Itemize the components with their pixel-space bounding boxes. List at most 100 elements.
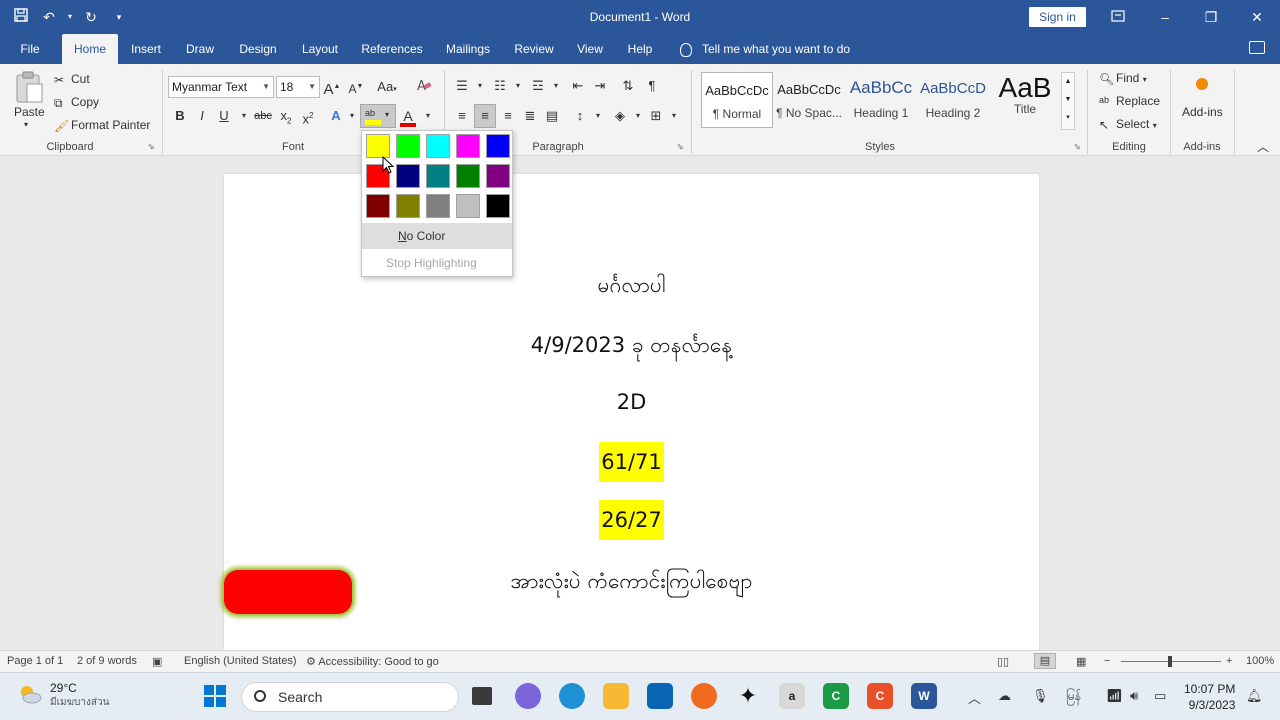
style-normal[interactable]: AaBbCcDc ¶ Normal [701,72,773,128]
format-painter-button[interactable]: 🖌 Format Painter [54,118,150,133]
doc-line-2d[interactable]: 2D [224,390,1039,414]
borders-icon[interactable]: ⊞ [646,106,666,126]
amazon-icon[interactable]: a [779,683,805,709]
doc-line-numbers-2[interactable]: 26/27 [224,500,1039,540]
shading-icon[interactable]: ◈ [610,106,630,126]
tab-help[interactable]: Help [622,34,658,64]
font-size-combo[interactable]: 18 ▼ [276,76,320,98]
bullets-icon[interactable]: ☰ [452,76,472,96]
tab-mailings[interactable]: Mailings [440,34,496,64]
doc-line-numbers-1[interactable]: 61/71 [224,442,1039,482]
microphone-icon[interactable]: 🎙︎ [1032,688,1049,704]
show-formatting-marks-icon[interactable]: ¶ [642,76,662,96]
numbering-icon[interactable]: ☷ [490,76,510,96]
redo-icon[interactable]: ↻ [80,6,102,28]
language-status[interactable]: English (United States) [184,655,297,667]
color-swatch[interactable] [486,194,510,218]
tab-design[interactable]: Design [234,34,282,64]
multilevel-dropdown-icon[interactable]: ▾ [546,76,566,96]
color-swatch[interactable] [396,164,420,188]
tab-file[interactable]: File [12,34,48,64]
highlighted-text[interactable]: 61/71 [599,442,664,482]
font-color-dropdown-icon[interactable]: ▾ [418,106,438,126]
find-button[interactable]: 🔍︎ Find ▾ [1099,71,1147,86]
no-color-option[interactable]: No Color [362,223,512,249]
collapse-ribbon-icon[interactable]: ︿ [1257,138,1269,155]
chevron-up-icon[interactable]: ▲ [1062,73,1074,91]
change-case-button[interactable]: Aa▾ [372,77,402,97]
zoom-level[interactable]: 100% [1246,655,1274,667]
more-styles-icon[interactable]: ▾ [1062,109,1074,127]
clock[interactable]: 10:07 PM 9/3/2023 [1184,681,1235,713]
select-button[interactable]: ↖ Select ▾ [1099,117,1157,132]
clear-formatting-icon[interactable]: A [414,77,434,97]
sort-icon[interactable]: ⇅ [618,76,638,96]
undo-dropdown-icon[interactable]: ▾ [66,6,74,28]
grow-font-button[interactable]: A▲ [322,77,342,98]
chat-icon[interactable] [515,683,541,709]
color-swatch[interactable] [456,134,480,158]
align-center-icon[interactable]: ≡ [474,104,496,128]
borders-dropdown-icon[interactable]: ▾ [664,106,684,126]
strikethrough-button[interactable]: abc [252,106,274,126]
save-icon[interactable] [10,6,32,28]
file-explorer-icon[interactable] [603,683,629,709]
input-language[interactable]: မြန် [1066,688,1081,706]
increase-indent-icon[interactable]: ⇥ [590,76,610,96]
color-swatch[interactable] [426,134,450,158]
doc-line-date[interactable]: 4/9/2023 ခု တနင်္လာနေ့ [224,332,1039,363]
comments-icon[interactable] [1249,41,1265,54]
zoom-slider-thumb[interactable] [1168,656,1172,667]
document-page[interactable]: မင်္ဂလာပါ 4/9/2023 ခု တနင်္လာနေ့ 2D 61/7… [224,174,1039,650]
color-swatch[interactable] [396,134,420,158]
underline-button[interactable]: U [214,106,234,126]
color-swatch[interactable] [396,194,420,218]
sign-in-button[interactable]: Sign in [1029,7,1086,27]
onedrive-icon[interactable]: ☁ [998,688,1011,704]
styles-launcher-icon[interactable]: ⬂ [1074,142,1081,151]
tab-references[interactable]: References [358,34,426,64]
chevron-down-icon[interactable]: ▼ [1062,91,1074,109]
start-icon[interactable] [202,683,228,709]
superscript-button[interactable]: x2 [298,106,318,126]
color-swatch[interactable] [366,194,390,218]
underline-dropdown-icon[interactable]: ▾ [234,106,254,126]
color-swatch[interactable] [486,134,510,158]
read-mode-icon[interactable]: ▯▯ [997,655,1009,668]
print-layout-icon[interactable]: ▤ [1034,653,1056,669]
battery-icon[interactable]: ▭ [1154,688,1166,704]
italic-button[interactable]: I [192,106,212,126]
camtasia-recorder-icon[interactable]: C [867,683,893,709]
color-swatch[interactable] [456,164,480,188]
ribbon-display-options-icon[interactable] [1105,5,1131,29]
proofing-icon[interactable]: ▣ [152,655,162,668]
accessibility-status[interactable]: ⚙ Accessibility: Good to go [306,655,439,668]
text-effects-dropdown-icon[interactable]: ▾ [342,106,362,126]
shrink-font-button[interactable]: A▼ [346,77,366,97]
tab-home[interactable]: Home [62,34,118,64]
tab-insert[interactable]: Insert [124,34,168,64]
volume-icon[interactable]: 🔊︎ [1130,688,1138,704]
decrease-indent-icon[interactable]: ⇤ [568,76,588,96]
highlighted-text[interactable]: 26/27 [599,500,664,540]
edge-icon[interactable] [559,683,585,709]
taskbar-search[interactable]: Search [241,682,459,712]
paragraph-launcher-icon[interactable]: ⬂ [677,142,684,151]
replace-button[interactable]: ab Replace [1099,94,1160,109]
color-swatch[interactable] [426,194,450,218]
styles-gallery-scroll[interactable]: ▲ ▼ ▾ [1061,72,1075,130]
color-swatch[interactable] [426,164,450,188]
tab-layout[interactable]: Layout [296,34,344,64]
wifi-icon[interactable]: 📶︎ [1106,688,1123,704]
text-highlight-color-button[interactable]: ab ▾ [360,104,396,128]
subscript-button[interactable]: x2 [276,106,296,126]
notifications-icon[interactable]: 🔔︎ [1246,688,1263,704]
zoom-in-button[interactable]: + [1226,655,1232,667]
copy-button[interactable]: ⧉ Copy [54,95,99,110]
style-no-spacing[interactable]: AaBbCcDc ¶ No Spac... [773,72,845,128]
bullets-dropdown-icon[interactable]: ▾ [470,76,490,96]
style-heading-1[interactable]: AaBbCc Heading 1 [845,72,917,128]
zoom-out-button[interactable]: − [1104,655,1110,667]
add-ins-icon[interactable] [1196,78,1208,90]
distributed-icon[interactable]: ▤ [542,106,562,126]
